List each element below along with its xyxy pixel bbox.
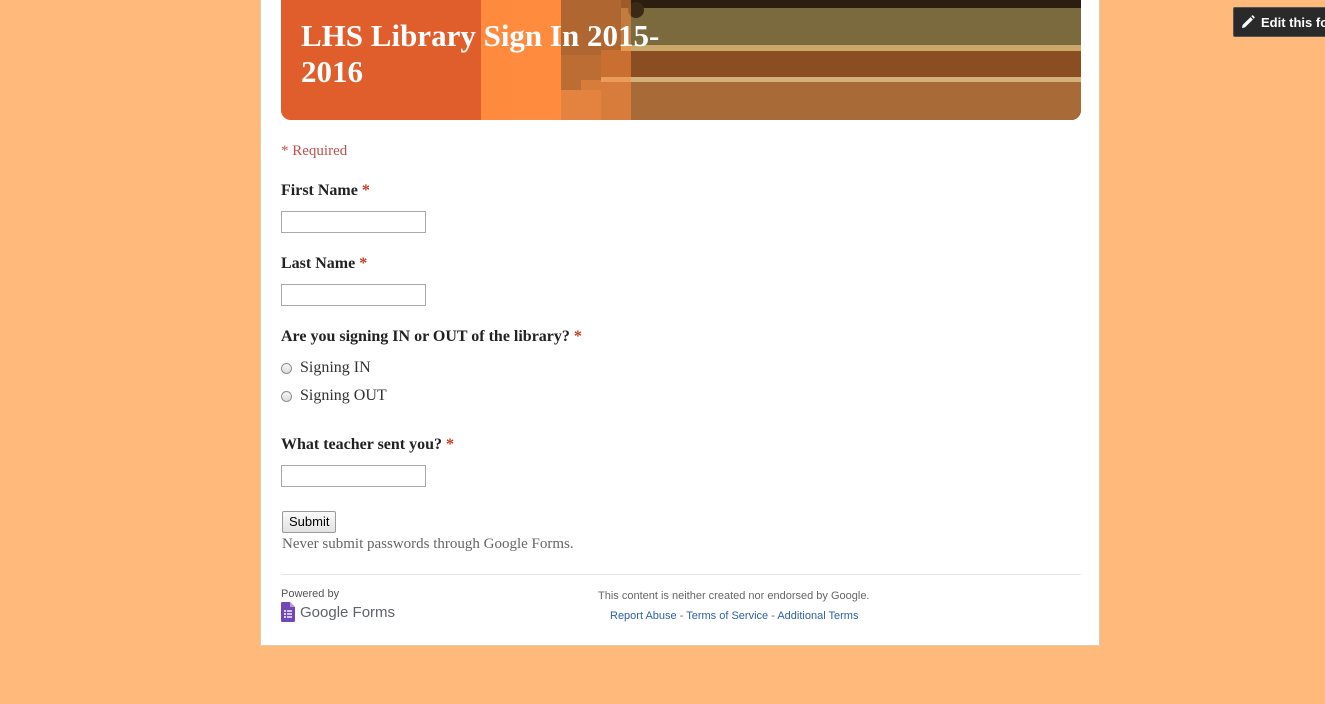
question-label-first-name: First Name * (281, 182, 370, 200)
submit-button[interactable]: Submit (282, 511, 337, 533)
powered-by-label: Powered by (281, 588, 340, 600)
edit-form-label[interactable]: Edit this fo (1261, 15, 1325, 30)
additional-terms-link[interactable]: Additional Terms (777, 610, 858, 622)
link-separator: - (768, 610, 778, 622)
first-name-input[interactable] (281, 211, 426, 233)
google-forms-icon (281, 602, 295, 622)
required-note: * Required (281, 143, 348, 159)
question-label-teacher: What teacher sent you? * (281, 436, 454, 454)
password-warning: Never submit passwords through Google Fo… (282, 536, 574, 552)
edit-form-button[interactable]: Edit this fo (1233, 7, 1325, 37)
question-text: First Name (281, 182, 358, 199)
google-forms-brand-text: Google Forms (300, 603, 396, 621)
teacher-input[interactable] (281, 465, 426, 487)
required-marker: * (446, 436, 455, 453)
footer-links: Report Abuse - Terms of Service - Additi… (610, 610, 858, 622)
pencil-icon (1242, 15, 1255, 28)
radio-button[interactable] (281, 362, 292, 374)
last-name-input[interactable] (281, 284, 426, 306)
question-label-last-name: Last Name * (281, 255, 367, 273)
radio-label[interactable]: Signing IN (300, 359, 371, 377)
link-separator: - (676, 610, 687, 622)
question-text: Last Name (281, 255, 356, 272)
google-disclaimer: This content is neither created nor endo… (598, 590, 870, 602)
form-title: LHS Library Sign In 2015-2016 (301, 18, 660, 89)
required-marker: * (359, 255, 368, 272)
question-label-sign-in-out: Are you signing IN or OUT of the library… (281, 328, 582, 346)
report-abuse-link[interactable]: Report Abuse (610, 610, 677, 622)
radio-option-signing-out[interactable]: Signing OUT (281, 386, 387, 406)
footer-divider (281, 574, 1081, 575)
required-marker: * (361, 182, 370, 199)
google-forms-logo[interactable]: Google Forms (281, 602, 395, 622)
radio-label[interactable]: Signing OUT (300, 387, 387, 405)
radio-button[interactable] (281, 390, 292, 402)
required-marker: * (573, 328, 582, 345)
form-card: LHS Library Sign In 2015-2016 * Required… (260, 0, 1100, 646)
question-text: Are you signing IN or OUT of the library… (281, 328, 570, 345)
form-header-banner: LHS Library Sign In 2015-2016 (281, 0, 1081, 120)
question-text: What teacher sent you? (281, 436, 443, 453)
terms-of-service-link[interactable]: Terms of Service (686, 610, 768, 622)
radio-option-signing-in[interactable]: Signing IN (281, 358, 371, 378)
